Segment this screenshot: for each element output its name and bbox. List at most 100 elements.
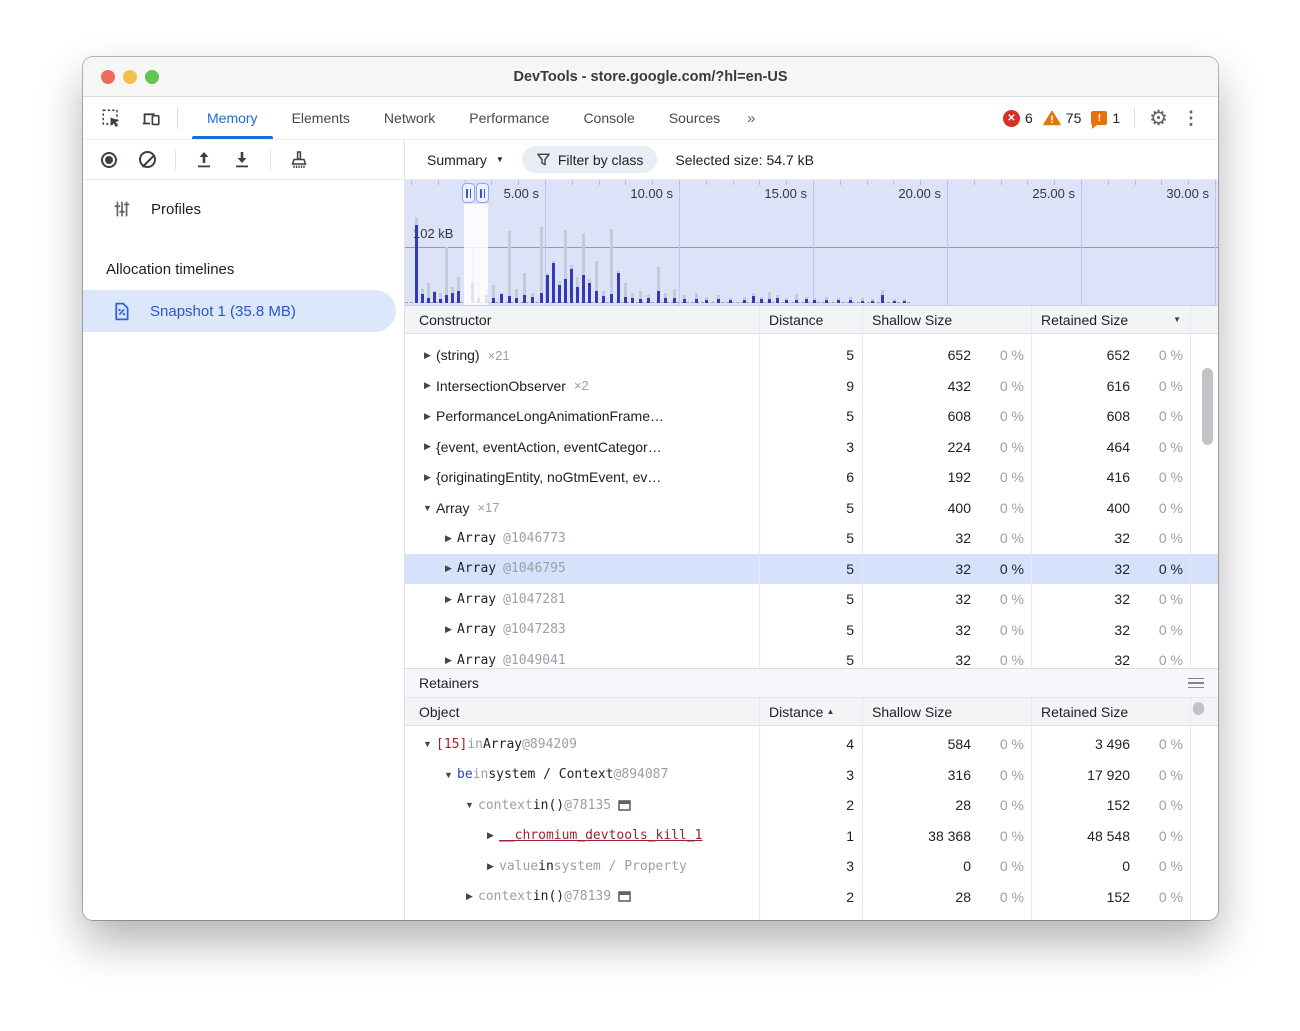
allocation-timeline-overview[interactable]: 102 kB 5.00 s10.00 s15.00 s20.00 s25.00 … xyxy=(405,180,1218,306)
allocation-bar-live xyxy=(439,299,442,303)
console-errors-badge[interactable]: ✕ 6 xyxy=(1003,110,1033,127)
column-header-retained-size[interactable]: Retained Size xyxy=(1031,698,1190,725)
column-header-object[interactable]: Object xyxy=(405,698,759,725)
minor-tick xyxy=(1188,180,1189,185)
tab-network[interactable]: Network xyxy=(367,97,452,139)
column-header-distance[interactable]: Distance▲ xyxy=(759,698,862,725)
column-header-retained-size[interactable]: Retained Size ▼ xyxy=(1031,306,1190,333)
expand-icon[interactable]: ▶ xyxy=(419,380,436,391)
filter-funnel-icon xyxy=(536,152,551,167)
expand-icon[interactable]: ▶ xyxy=(440,624,457,635)
table-row[interactable]: ▶{originatingEntity, noGtmEvent, ev…6192… xyxy=(405,462,1218,493)
cell-retained-size: 4640 % xyxy=(1031,439,1190,455)
table-row[interactable]: ▶IntersectionObserver×294320 %6160 % xyxy=(405,371,1218,402)
table-row[interactable]: ▶__chromium_devtools_kill_1138 3680 %48 … xyxy=(405,821,1218,852)
allocation-bar-live xyxy=(546,275,549,303)
tab-performance[interactable]: Performance xyxy=(452,97,566,139)
sidebar-item-snapshot-1[interactable]: Snapshot 1 (35.8 MB) xyxy=(83,290,396,332)
reveal-icon[interactable] xyxy=(618,891,631,902)
table-row[interactable]: ▶Array@10490415320 %320 % xyxy=(405,645,1218,668)
selection-drag-handle[interactable] xyxy=(462,183,475,203)
expand-icon[interactable]: ▶ xyxy=(440,533,457,544)
table-row[interactable]: ▶Array@10472835320 %320 % xyxy=(405,615,1218,646)
scrollbar-thumb[interactable] xyxy=(1202,368,1213,445)
reveal-icon[interactable] xyxy=(618,800,631,811)
minor-tick xyxy=(1215,180,1216,185)
expand-icon[interactable]: ▶ xyxy=(419,441,436,452)
record-heap-icon[interactable] xyxy=(97,148,121,172)
selection-drag-handle[interactable] xyxy=(476,183,489,203)
clear-brush-icon[interactable] xyxy=(287,148,311,172)
expand-icon[interactable]: ▼ xyxy=(461,800,478,810)
console-warnings-badge[interactable]: 75 xyxy=(1043,110,1082,126)
expand-icon[interactable]: ▶ xyxy=(461,891,478,902)
table-row[interactable]: ▶PerformanceLongAnimationFrame…56080 %60… xyxy=(405,401,1218,432)
expand-icon[interactable]: ▶ xyxy=(419,350,436,361)
expand-icon[interactable]: ▶ xyxy=(419,411,436,422)
tab-console[interactable]: Console xyxy=(566,97,651,139)
expand-icon[interactable]: ▶ xyxy=(440,655,457,666)
allocation-bar-live xyxy=(602,296,605,303)
save-profile-icon[interactable] xyxy=(230,148,254,172)
table-row[interactable]: ▶(string)×2156520 %6520 % xyxy=(405,340,1218,371)
expand-icon[interactable]: ▼ xyxy=(419,503,436,513)
table-row[interactable]: ▶Array@10472815320 %320 % xyxy=(405,584,1218,615)
expand-icon[interactable]: ▶ xyxy=(482,861,499,872)
table-row[interactable]: ▶Array@10467955320 %320 % xyxy=(405,554,1218,585)
table-row[interactable]: ▶{event, eventAction, eventCategor…32240… xyxy=(405,432,1218,463)
timeline-selection-window[interactable] xyxy=(464,204,488,305)
memory-main-panel: 102 kB 5.00 s10.00 s15.00 s20.00 s25.00 … xyxy=(405,180,1218,920)
table-row[interactable]: ▶Array@10467735320 %320 % xyxy=(405,523,1218,554)
table-row[interactable]: ▼Array×1754000 %4000 % xyxy=(405,493,1218,524)
minor-tick xyxy=(625,180,626,185)
table-row[interactable]: ▼[15] in Array @89420945840 %3 4960 % xyxy=(405,729,1218,760)
settings-gear-icon[interactable]: ⚙ xyxy=(1149,108,1168,129)
expand-icon[interactable]: ▶ xyxy=(482,830,499,841)
expand-icon[interactable]: ▼ xyxy=(419,739,436,749)
device-toolbar-icon[interactable] xyxy=(139,106,163,130)
cell-retained-size: 00 % xyxy=(1031,858,1190,874)
column-header-distance[interactable]: Distance xyxy=(759,306,862,333)
filter-by-class-input[interactable]: Filter by class xyxy=(522,146,658,173)
minor-tick xyxy=(518,180,519,185)
column-header-constructor[interactable]: Constructor xyxy=(405,306,759,333)
allocation-bar-live xyxy=(576,287,579,303)
expand-icon[interactable]: ▼ xyxy=(440,770,457,780)
perspective-select[interactable]: Summary ▼ xyxy=(427,152,504,168)
table-row[interactable]: ▶value in system / Property300 %00 % xyxy=(405,851,1218,882)
allocation-bar-live xyxy=(861,301,864,303)
allocation-bar-live xyxy=(871,301,874,303)
time-label: 15.00 s xyxy=(733,186,807,201)
more-options-icon[interactable]: ⋮ xyxy=(1178,109,1204,127)
table-row[interactable]: ▼context in () @781352280 %1520 % xyxy=(405,790,1218,821)
cell-distance: 4 xyxy=(759,736,862,752)
tab-sources[interactable]: Sources xyxy=(652,97,737,139)
expand-icon[interactable]: ▶ xyxy=(440,594,457,605)
tab-elements[interactable]: Elements xyxy=(275,97,367,139)
sort-asc-icon: ▲ xyxy=(826,707,834,716)
cell-distance: 5 xyxy=(759,408,862,424)
cell-shallow-size: 280 % xyxy=(862,797,1031,813)
inspect-element-icon[interactable] xyxy=(99,106,123,130)
table-row[interactable]: ▼be in system / Context @89408733160 %17… xyxy=(405,760,1218,791)
expand-icon[interactable]: ▶ xyxy=(419,472,436,483)
allocation-bar-live xyxy=(805,299,808,303)
expand-icon[interactable]: ▶ xyxy=(440,563,457,574)
load-profile-icon[interactable] xyxy=(192,148,216,172)
clear-profiles-icon[interactable] xyxy=(135,148,159,172)
scrollbar-thumb[interactable] xyxy=(1193,702,1204,715)
table-row[interactable]: ▶context in () @781392280 %1520 % xyxy=(405,882,1218,913)
retainers-menu-icon[interactable] xyxy=(1188,678,1204,689)
column-header-shallow-size[interactable]: Shallow Size xyxy=(862,306,1031,333)
close-window-button[interactable] xyxy=(101,70,115,84)
cell-shallow-size: 320 % xyxy=(862,561,1031,577)
divider xyxy=(175,149,176,171)
zoom-window-button[interactable] xyxy=(145,70,159,84)
cell-shallow-size: 4320 % xyxy=(862,378,1031,394)
tab-memory[interactable]: Memory xyxy=(190,97,275,139)
column-header-shallow-size[interactable]: Shallow Size xyxy=(862,698,1031,725)
issues-badge[interactable]: ! 1 xyxy=(1091,110,1120,126)
more-tabs-icon[interactable]: » xyxy=(737,97,763,139)
profiles-header[interactable]: Profiles xyxy=(83,188,404,230)
minimize-window-button[interactable] xyxy=(123,70,137,84)
